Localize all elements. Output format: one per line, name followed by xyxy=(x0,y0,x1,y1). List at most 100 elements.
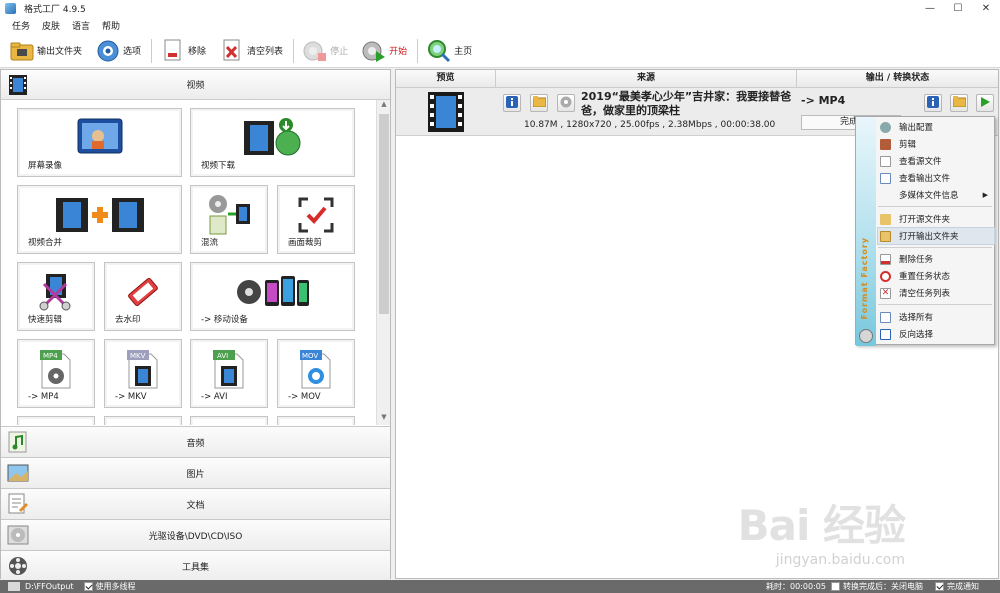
video-grid-scrollbar[interactable]: ▲ ▼ xyxy=(376,100,390,425)
ctx-reset-task-status[interactable]: 重置任务状态 xyxy=(878,268,994,284)
stop-button[interactable]: 停止 xyxy=(301,37,350,65)
tile-partial[interactable] xyxy=(104,416,182,425)
status-bar: D:\FFOutput 使用多线程 耗时：00:00:05 转换完成后：关闭电脑… xyxy=(0,580,1000,593)
clip-icon xyxy=(880,138,891,150)
tile-quick-clip[interactable]: 快速剪辑 xyxy=(17,262,95,331)
col-output-status[interactable]: 输出 / 转换状态 xyxy=(797,70,998,87)
remove-watermark-icon xyxy=(123,271,163,313)
task-file-info: 10.87M , 1280x720 , 25.00fps , 2.38Mbps … xyxy=(524,120,776,130)
context-menu-brand-band: Format Factory xyxy=(856,117,876,346)
tile-mov[interactable]: MOV -> MOV xyxy=(277,339,355,408)
tile-video-download[interactable]: 视频下载 xyxy=(190,108,355,177)
minimize-button[interactable]: — xyxy=(916,0,944,17)
menu-task[interactable]: 任务 xyxy=(12,19,30,32)
media-info-icon xyxy=(880,190,891,201)
tile-avi[interactable]: AVI -> AVI xyxy=(190,339,268,408)
title-bar: 格式工厂 4.9.5 — ☐ ✕ xyxy=(0,0,1000,17)
menu-skin[interactable]: 皮肤 xyxy=(42,19,60,32)
source-folder-button[interactable] xyxy=(530,94,548,112)
multithread-label: 使用多线程 xyxy=(95,582,136,591)
ctx-view-output[interactable]: 查看输出文件 xyxy=(878,170,994,186)
format-factory-logo-icon xyxy=(859,329,873,343)
video-tools-grid: 屏幕录像 视频下载 视频合并 混流 画面裁剪 快速剪辑 去水印 -> 移动设备 … xyxy=(1,100,375,425)
ctx-clip[interactable]: 剪辑 xyxy=(878,136,994,152)
close-button[interactable]: ✕ xyxy=(972,0,1000,17)
category-audio[interactable]: 音频 xyxy=(1,426,390,457)
video-download-icon xyxy=(242,117,304,159)
scroll-down-arrow[interactable]: ▼ xyxy=(377,413,391,425)
left-panel: 视频 屏幕录像 视频下载 视频合并 混流 画面裁剪 快速剪辑 去水印 -> 移动… xyxy=(0,69,391,581)
ctx-open-output-folder[interactable]: 打开输出文件夹 xyxy=(877,227,995,245)
video-category-label: 视频 xyxy=(186,81,205,91)
settings-icon xyxy=(880,121,891,133)
screen-record-icon xyxy=(76,117,124,159)
col-preview[interactable]: 预览 xyxy=(396,70,496,87)
category-image[interactable]: 图片 xyxy=(1,457,390,488)
tile-partial[interactable] xyxy=(277,416,355,425)
remove-button[interactable]: 移除 xyxy=(159,37,208,65)
ctx-view-source[interactable]: 查看源文件 xyxy=(878,153,994,169)
start-button[interactable]: 开始 xyxy=(360,37,409,65)
tile-video-merge[interactable]: 视频合并 xyxy=(17,185,182,254)
mux-icon xyxy=(206,194,252,236)
output-folder-button[interactable]: 输出文件夹 xyxy=(8,37,84,65)
tile-screen-record[interactable]: 屏幕录像 xyxy=(17,108,182,177)
tile-remove-watermark[interactable]: 去水印 xyxy=(104,262,182,331)
options-button[interactable]: 选项 xyxy=(94,37,143,65)
menu-language[interactable]: 语言 xyxy=(72,19,90,32)
window-title: 格式工厂 4.9.5 xyxy=(24,5,86,15)
tile-partial[interactable] xyxy=(190,416,268,425)
scroll-thumb[interactable] xyxy=(379,114,389,314)
scroll-up-arrow[interactable]: ▲ xyxy=(377,100,391,112)
output-folder-button[interactable] xyxy=(950,94,968,112)
ctx-invert-selection[interactable]: 反向选择 xyxy=(878,326,994,342)
ctx-media-info[interactable]: 多媒体文件信息 ▶ xyxy=(878,187,994,203)
ctx-select-all[interactable]: 选择所有 xyxy=(878,309,994,325)
clear-icon: ✕ xyxy=(880,287,891,299)
source-info-button[interactable] xyxy=(503,94,521,112)
baidu-watermark-url: jingyan.baidu.com xyxy=(775,552,905,568)
tile-partial[interactable] xyxy=(17,416,95,425)
clear-list-button[interactable]: 清空列表 xyxy=(218,37,285,65)
select-all-icon xyxy=(880,311,891,323)
ctx-open-source-folder[interactable]: 打开源文件夹 xyxy=(878,211,994,227)
tile-crop[interactable]: 画面裁剪 xyxy=(277,185,355,254)
tile-mobile-device[interactable]: -> 移动设备 xyxy=(190,262,355,331)
col-source[interactable]: 来源 xyxy=(496,70,797,87)
video-thumbnail-icon xyxy=(428,92,464,132)
notify-label: 完成通知 xyxy=(947,582,979,591)
video-category-header[interactable]: 视频 xyxy=(1,70,390,100)
category-document[interactable]: 文档 xyxy=(1,488,390,519)
remove-icon xyxy=(161,39,185,63)
invert-icon xyxy=(880,328,891,340)
output-path-icon xyxy=(8,582,20,591)
output-path[interactable]: D:\FFOutput xyxy=(25,582,74,591)
after-convert-checkbox[interactable] xyxy=(831,582,840,591)
folder-icon xyxy=(532,96,546,110)
toolbar-divider xyxy=(293,38,295,63)
category-toolbox[interactable]: 工具集 xyxy=(1,550,390,581)
ctx-clear-task-list[interactable]: ✕ 清空任务列表 xyxy=(878,285,994,301)
folder-icon xyxy=(952,96,966,110)
ctx-output-config[interactable]: 输出配置 xyxy=(878,119,994,135)
source-play-button[interactable] xyxy=(557,94,575,112)
notify-checkbox[interactable] xyxy=(935,582,944,591)
menu-bar: 任务 皮肤 语言 帮助 xyxy=(0,17,1000,34)
home-button[interactable]: 主页 xyxy=(425,37,474,65)
menu-help[interactable]: 帮助 xyxy=(102,19,120,32)
svg-text:AVI: AVI xyxy=(217,352,228,360)
category-disc[interactable]: 光驱设备\DVD\CD\ISO xyxy=(1,519,390,550)
multithread-checkbox[interactable] xyxy=(83,582,93,591)
elapsed-time: 耗时：00:00:05 xyxy=(766,582,826,591)
svg-text:MOV: MOV xyxy=(302,352,318,360)
start-icon xyxy=(362,39,386,63)
tile-mux[interactable]: 混流 xyxy=(190,185,268,254)
tile-mp4[interactable]: MP4 -> MP4 xyxy=(17,339,95,408)
ctx-delete-task[interactable]: 删除任务 xyxy=(878,251,994,267)
svg-text:MP4: MP4 xyxy=(43,352,58,360)
tile-mkv[interactable]: MKV -> MKV xyxy=(104,339,182,408)
output-play-button[interactable] xyxy=(976,94,994,112)
maximize-button[interactable]: ☐ xyxy=(944,0,972,17)
stop-icon xyxy=(303,39,327,63)
output-info-button[interactable] xyxy=(924,94,942,112)
